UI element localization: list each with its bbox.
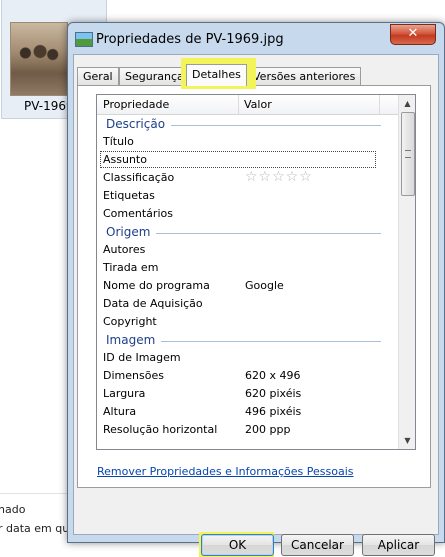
property-name: Tirada em bbox=[103, 261, 159, 274]
property-name: Assunto bbox=[103, 153, 147, 166]
cancel-button[interactable]: Cancelar bbox=[281, 534, 354, 556]
list-header: Propriedade Valor bbox=[97, 95, 398, 115]
property-row[interactable]: Altura 496 pixéis bbox=[97, 403, 398, 421]
property-name: Largura bbox=[103, 387, 146, 400]
scroll-down-arrow-icon[interactable]: ▼ bbox=[399, 432, 415, 449]
group-header: Imagem bbox=[97, 331, 398, 349]
property-row[interactable]: Etiquetas bbox=[97, 187, 398, 205]
divider bbox=[0, 493, 70, 494]
property-row[interactable]: Assunto bbox=[97, 151, 398, 169]
property-name: Resolução horizontal bbox=[103, 423, 218, 436]
property-value[interactable]: Google bbox=[245, 279, 284, 292]
property-value[interactable]: 620 x 496 bbox=[245, 369, 301, 382]
remove-properties-link[interactable]: Remover Propriedades e Informações Pesso… bbox=[97, 465, 354, 478]
property-row[interactable]: Classificação ☆☆☆☆☆ bbox=[97, 169, 398, 187]
property-name: Classificação bbox=[103, 171, 175, 184]
property-row[interactable]: Nome do programa Google bbox=[97, 277, 398, 295]
tab-versoes-anteriores[interactable]: Versões anteriores bbox=[247, 67, 362, 85]
group-title: Descrição bbox=[106, 117, 172, 131]
property-row[interactable]: Autores bbox=[97, 241, 398, 259]
property-name: Nome do programa bbox=[103, 279, 210, 292]
photo-thumbnail bbox=[10, 22, 68, 96]
tab-seguranca[interactable]: Segurança bbox=[119, 67, 190, 85]
grip-icon bbox=[405, 150, 411, 158]
dialog-title: Propriedades de PV-1969.jpg bbox=[96, 32, 284, 47]
property-row[interactable]: Largura 620 pixéis bbox=[97, 385, 398, 403]
scroll-up-arrow-icon[interactable]: ▲ bbox=[399, 95, 415, 112]
property-row[interactable]: Copyright bbox=[97, 313, 398, 331]
property-row[interactable]: Data de Aquisição bbox=[97, 295, 398, 313]
tab-geral[interactable]: Geral bbox=[77, 67, 119, 85]
group-header: Origem bbox=[97, 223, 398, 241]
properties-list[interactable]: Propriedade Valor Descrição Título Assunto… bbox=[96, 94, 416, 450]
properties-dialog: Propriedades de PV-1969.jpg ✕ Geral Segu… bbox=[67, 22, 445, 557]
status-text: r data em qu bbox=[0, 522, 70, 535]
property-row[interactable]: ID de Imagem bbox=[97, 349, 398, 367]
rating-stars-icon[interactable]: ☆☆☆☆☆ bbox=[245, 169, 313, 185]
property-name: Data de Aquisição bbox=[103, 297, 203, 310]
property-row[interactable]: Dimensões 620 x 496 bbox=[97, 367, 398, 385]
property-rows: Descrição Título Assunto Classificação ☆☆☆☆☆… bbox=[97, 115, 398, 439]
property-name: Comentários bbox=[103, 207, 173, 220]
tab-detalhes[interactable]: Detalhes bbox=[186, 64, 247, 86]
property-row[interactable]: Resolução horizontal 200 ppp bbox=[97, 421, 398, 439]
property-name: ID de Imagem bbox=[103, 351, 181, 364]
ok-button[interactable]: OK bbox=[201, 534, 274, 556]
column-header-value[interactable]: Valor bbox=[238, 95, 380, 114]
property-name: Autores bbox=[103, 243, 146, 256]
property-row[interactable]: Comentários bbox=[97, 205, 398, 223]
property-value[interactable]: 200 ppp bbox=[245, 423, 290, 436]
dialog-content: Geral Segurança Detalhes Versões anterio… bbox=[73, 54, 439, 557]
property-name: Dimensões bbox=[103, 369, 164, 382]
scrollbar-thumb[interactable] bbox=[401, 112, 415, 196]
property-name: Copyright bbox=[103, 315, 157, 328]
title-bar[interactable]: Propriedades de PV-1969.jpg ✕ bbox=[68, 23, 444, 55]
property-name: Etiquetas bbox=[103, 189, 155, 202]
image-file-icon bbox=[75, 32, 93, 47]
group-title: Origem bbox=[106, 225, 157, 239]
close-icon: ✕ bbox=[407, 26, 419, 41]
apply-button[interactable]: Aplicar bbox=[362, 534, 435, 556]
property-value[interactable]: 496 pixéis bbox=[245, 405, 301, 418]
property-row[interactable]: Título bbox=[97, 133, 398, 151]
property-name: Título bbox=[103, 135, 134, 148]
property-row[interactable]: Tirada em bbox=[97, 259, 398, 277]
property-name: Altura bbox=[103, 405, 137, 418]
property-value[interactable]: 620 pixéis bbox=[245, 387, 301, 400]
vertical-scrollbar[interactable]: ▲ ▼ bbox=[398, 95, 415, 449]
column-header-property[interactable]: Propriedade bbox=[97, 95, 239, 114]
status-text: nado bbox=[0, 503, 26, 516]
group-header: Descrição bbox=[97, 115, 398, 133]
group-title: Imagem bbox=[106, 333, 162, 347]
close-button[interactable]: ✕ bbox=[390, 24, 436, 45]
